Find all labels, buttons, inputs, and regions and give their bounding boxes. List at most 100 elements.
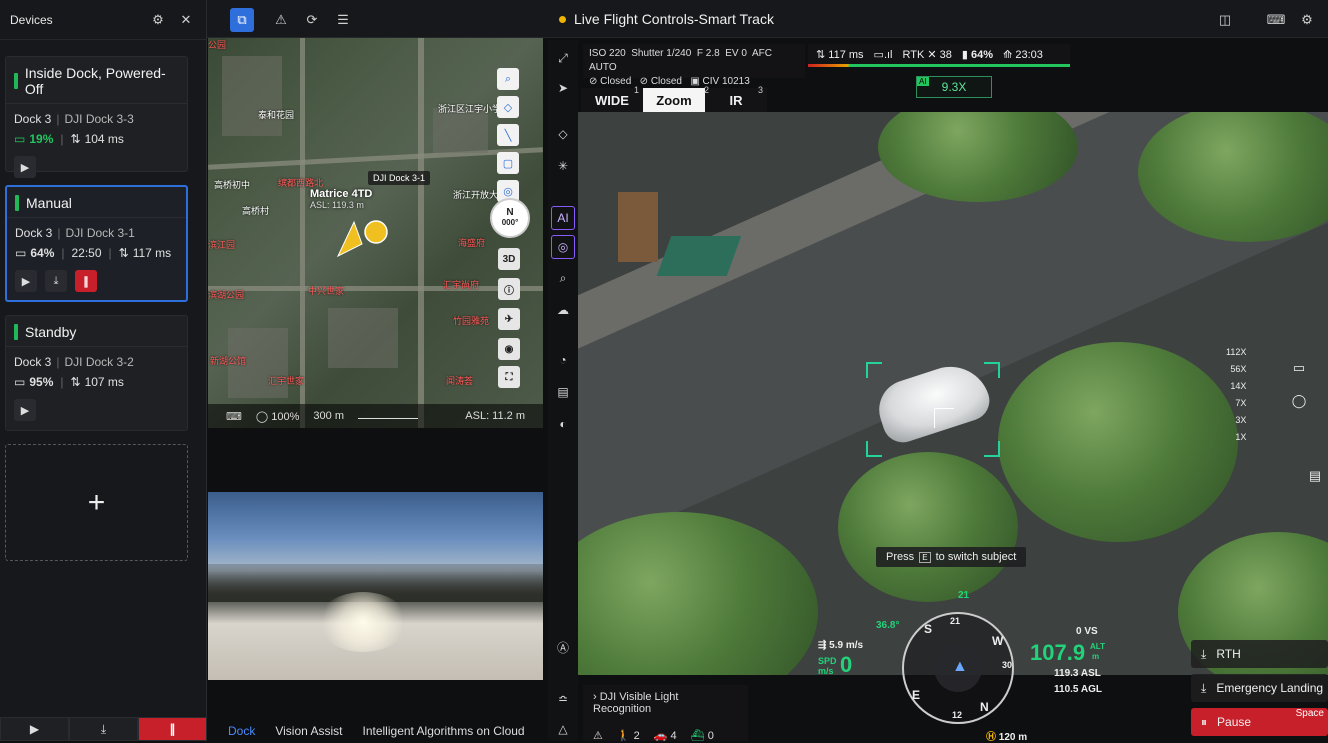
dock-card-3-1[interactable]: Manual Dock 3 | DJI Dock 3-1 ▭ 64% | 22:50…: [5, 185, 188, 302]
auto-mode[interactable]: AUTO: [589, 62, 617, 73]
pin-icon[interactable]: ◇: [497, 96, 519, 118]
afc[interactable]: AFC: [752, 48, 772, 59]
map-label: 汇宇尚府: [443, 280, 480, 290]
battery-value: 95%: [29, 375, 54, 389]
keyboard-icon[interactable]: ⌨: [1264, 8, 1288, 32]
ar-icon[interactable]: Ⓐ: [551, 635, 575, 659]
speaker-icon[interactable]: ◔: [551, 348, 575, 372]
view-3d-button[interactable]: 3D: [498, 248, 520, 270]
obstacle-icon: ⊘: [589, 76, 598, 87]
polygon-icon[interactable]: ▢: [497, 152, 519, 174]
gear-icon[interactable]: ⚙: [148, 10, 168, 30]
terrain-icon[interactable]: △: [551, 717, 575, 741]
waypoint-icon[interactable]: ◇: [551, 122, 575, 146]
return-dock-icon[interactable]: ⤓: [69, 717, 138, 741]
emergency-landing-button[interactable]: ⤓ Emergency Landing: [1191, 674, 1328, 702]
tab-cloud-algorithms[interactable]: Intelligent Algorithms on Cloud: [363, 724, 525, 738]
video-icon[interactable]: ▶: [14, 156, 36, 178]
layout-icon[interactable]: ◫: [1213, 8, 1237, 32]
search-icon[interactable]: ⌕: [497, 68, 519, 90]
tab-dock[interactable]: Dock: [228, 724, 255, 738]
main-camera-view[interactable]: [578, 112, 1328, 675]
vision-status: Closed: [650, 76, 682, 87]
rth-button[interactable]: ⤓ RTH: [1191, 640, 1328, 668]
compass-tick: 30: [1002, 660, 1013, 670]
detection-panel[interactable]: › DJI Visible Light Recognition ⚠ 🚶 2 🚗 …: [583, 685, 748, 742]
zoom-scale[interactable]: 112X 56X 14X 7X 3X 1X: [1226, 344, 1246, 446]
close-icon[interactable]: ✕: [176, 10, 196, 30]
list-icon[interactable]: ☰: [331, 8, 355, 32]
tab-vision-assist[interactable]: Vision Assist: [275, 724, 342, 738]
drone-marker-icon[interactable]: [336, 218, 396, 258]
document-icon[interactable]: ▤: [551, 380, 575, 404]
video-icon[interactable]: ▶: [15, 270, 37, 292]
track-box[interactable]: [866, 362, 1000, 457]
lens-zoom[interactable]: Zoom 2: [643, 85, 709, 112]
latency-value: 117 ms: [132, 246, 172, 260]
map-label: 浙江区江宇小学: [438, 104, 502, 114]
topology-icon[interactable]: ⧉: [230, 8, 254, 32]
compass-tick: N: [980, 700, 989, 714]
compass-tick: S: [924, 622, 933, 636]
info-icon[interactable]: ⓘ: [498, 278, 520, 300]
expand-icon[interactable]: ⤢: [551, 46, 575, 70]
fit-icon[interactable]: ⛶: [498, 366, 520, 388]
compass-tick: 12: [952, 710, 963, 720]
dock-card-3-2[interactable]: Standby Dock 3 | DJI Dock 3-2 ▭ 95% | ⇅ 10…: [5, 315, 188, 431]
cloud-icon[interactable]: ☁: [551, 298, 575, 322]
keyboard-icon[interactable]: ⌨: [226, 410, 242, 423]
dock-camera-view[interactable]: [208, 492, 543, 680]
ai-track-icon[interactable]: ◎: [551, 235, 575, 259]
line-icon[interactable]: ╲: [497, 124, 519, 146]
top-bar: ⧉ ⚠ ⟳ ☰ Live Flight Controls-Smart Track…: [207, 0, 1328, 38]
dock-name: DJI Dock 3-3: [64, 112, 134, 126]
map-scale: 300 m: [313, 410, 344, 422]
aircraft-icon[interactable]: ✈: [498, 308, 520, 330]
dock-map-label-text: DJI Dock 3-1: [373, 173, 426, 183]
map-label: 中兴世家: [308, 286, 345, 296]
battery-value: 19%: [29, 132, 54, 146]
video-icon[interactable]: ▶: [14, 399, 36, 421]
dock-map-label[interactable]: DJI Dock 3-1: [368, 171, 431, 185]
dock-name: DJI Dock 3-2: [64, 355, 134, 369]
pause-all-button[interactable]: ∥: [138, 717, 207, 741]
alarm-icon[interactable]: ⚠: [269, 8, 293, 32]
lens-ir[interactable]: IR 3: [705, 85, 767, 112]
chat-icon[interactable]: ▤: [1302, 463, 1328, 489]
car-icon: 🚗: [653, 730, 668, 742]
zoom-pct-value: 100%: [271, 410, 300, 423]
home-distance: 120 m: [998, 732, 1028, 743]
map-label: 滨湖公园: [208, 290, 245, 300]
sync-icon[interactable]: ⟳: [300, 8, 324, 32]
dock-card-3-3[interactable]: Inside Dock, Powered-Off Dock 3 | DJI Dock…: [5, 56, 188, 178]
detect-toggle-icon[interactable]: ⚠: [593, 729, 603, 742]
attitude-compass: S 21 W 30 N E 12 ▲: [902, 612, 1014, 724]
screen-icon[interactable]: ▭: [1286, 355, 1312, 381]
map-view[interactable]: 公园 泰和花园 浙江区江宇小学 高桥初中 缤都西路北 高桥村 浙江开放大学 滨江…: [208, 38, 543, 428]
light-icon[interactable]: ◐: [551, 412, 575, 436]
map-label: 高桥初中: [214, 180, 251, 190]
sparkle-icon[interactable]: ✳: [551, 154, 575, 178]
dock-model: Dock 3: [14, 112, 52, 126]
ai-zoom-indicator[interactable]: AI 9.3X: [916, 76, 992, 98]
navigate-icon[interactable]: ➤: [551, 76, 575, 100]
settings-icon[interactable]: ⚙: [1295, 8, 1319, 32]
lens-wide[interactable]: WIDE 1: [581, 85, 643, 112]
return-dock-icon[interactable]: ⤓: [45, 270, 67, 292]
lens-tabs: WIDE 1 Zoom 2 IR 3: [581, 85, 767, 112]
locate-icon[interactable]: ◉: [498, 338, 520, 360]
video-icon[interactable]: ▶: [0, 717, 69, 741]
shutter-button-icon[interactable]: ◯: [1286, 388, 1312, 414]
ai-detect-icon[interactable]: AI: [551, 206, 575, 230]
umbrella: [656, 236, 742, 276]
flight-actions: ⤓ RTH ⤓ Emergency Landing ⏸ Pause: [1191, 640, 1328, 742]
tree: [838, 452, 1018, 602]
map-compass[interactable]: N 000°: [490, 198, 530, 238]
alt-unit: m: [1092, 652, 1100, 661]
status-dot: [559, 15, 566, 23]
search-icon[interactable]: ⌕: [551, 266, 575, 290]
pause-button[interactable]: ∥: [75, 270, 97, 292]
horizon-icon[interactable]: ≏: [551, 687, 575, 711]
agl-value: 110.5 AGL: [1054, 684, 1102, 695]
add-dock-button[interactable]: +: [5, 444, 188, 561]
